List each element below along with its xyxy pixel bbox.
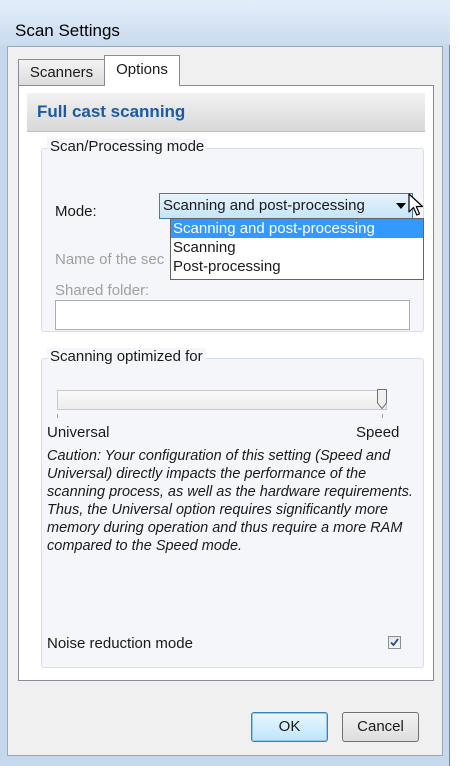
slider-max-label: Speed: [356, 424, 400, 441]
mode-option-scanning-and-post-processing[interactable]: Scanning and post-processing: [171, 219, 423, 238]
optimization-slider-thumb[interactable]: [377, 389, 387, 409]
options-panel: Full cast scanning Scan/Processing mode …: [18, 85, 434, 681]
window-title: Scan Settings: [15, 21, 120, 40]
caution-text: Caution: Your configuration of this sett…: [47, 448, 413, 554]
mode-dropdown-list: Scanning and post-processing Scanning Po…: [170, 218, 424, 280]
tab-scanners[interactable]: Scanners: [18, 59, 105, 85]
optimization-slider-track[interactable]: [57, 390, 387, 410]
scan-processing-group-label: Scan/Processing mode: [47, 138, 208, 155]
optimization-group-label: Scanning optimized for: [47, 348, 206, 365]
noise-reduction-checkbox[interactable]: [388, 636, 401, 649]
scan-settings-window: Scan Settings Scanners Options Full cast…: [0, 0, 450, 766]
slider-tick-max: [382, 414, 383, 418]
mode-option-post-processing[interactable]: Post-processing: [171, 257, 423, 276]
name-of-section-label: Name of the sec: [55, 251, 165, 268]
tab-options[interactable]: Options: [104, 55, 180, 86]
mouse-pointer-icon: [408, 193, 424, 216]
ok-button[interactable]: OK: [251, 712, 328, 742]
slider-min-label: Universal: [47, 424, 110, 441]
chevron-down-icon[interactable]: [396, 203, 406, 209]
mode-combobox[interactable]: Scanning and post-processing: [159, 193, 413, 219]
mode-option-scanning[interactable]: Scanning: [171, 238, 423, 257]
mode-label: Mode:: [55, 203, 97, 220]
slider-tick-min: [57, 414, 58, 418]
title-bar[interactable]: Scan Settings: [0, 0, 450, 45]
noise-reduction-label: Noise reduction mode: [47, 635, 193, 652]
cancel-button[interactable]: Cancel: [342, 712, 419, 742]
section-header: Full cast scanning: [27, 93, 425, 132]
shared-folder-input[interactable]: [55, 300, 410, 330]
checkmark-icon: [390, 638, 399, 647]
section-title: Full cast scanning: [37, 102, 186, 121]
shared-folder-label: Shared folder:: [55, 282, 150, 299]
mode-combobox-value: Scanning and post-processing: [163, 197, 365, 214]
dialog-client-area: Scanners Options Full cast scanning Scan…: [7, 46, 443, 756]
